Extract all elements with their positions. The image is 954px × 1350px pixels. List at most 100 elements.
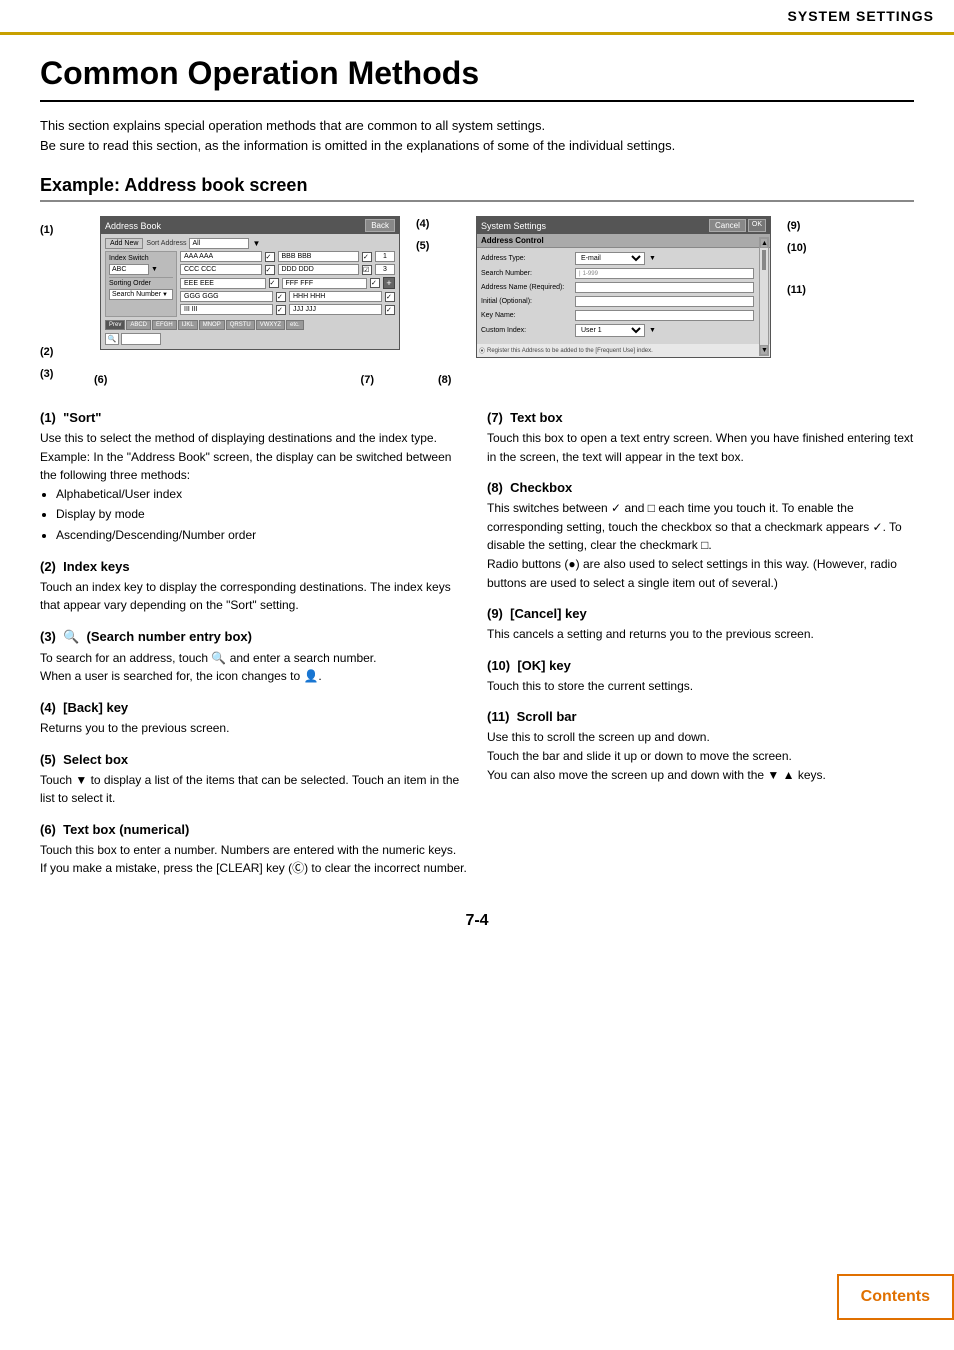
mock-screen-right: System Settings Cancel OK Address Contro… bbox=[476, 216, 771, 358]
subtitle-line1: This section explains special operation … bbox=[40, 116, 914, 136]
page-title: Common Operation Methods bbox=[40, 55, 914, 102]
desc-item-11: (11) Scroll bar Use this to scroll the s… bbox=[487, 709, 914, 784]
desc-item-6: (6) Text box (numerical) Touch this box … bbox=[40, 822, 467, 878]
mock-cb-3b[interactable]: ✓ bbox=[370, 278, 380, 288]
mock-index-ijkl[interactable]: IJKL bbox=[178, 320, 198, 330]
mock-scroll-down[interactable]: ▼ bbox=[760, 345, 768, 355]
desc-heading-9: (9) [Cancel] key bbox=[487, 606, 914, 621]
mock-title-left: Address Book bbox=[105, 221, 161, 231]
mock-field-label-5: Custom Index: bbox=[481, 327, 571, 334]
mock-scrollbar[interactable]: ▲ ▼ bbox=[759, 237, 769, 356]
mock-index-etc[interactable]: etc. bbox=[286, 320, 304, 330]
mock-sort-controls: Index Switch ABC ▼ Sorting Order Search … bbox=[105, 251, 177, 317]
bottom-callout-area: (6) (7) (8) bbox=[40, 374, 914, 386]
callout-6: (6) bbox=[94, 374, 107, 386]
mock-title-right: System Settings bbox=[481, 221, 546, 231]
example-area: (1) (2) (3) Address Book Back Add N bbox=[40, 216, 914, 358]
mock-right-btns: Cancel OK bbox=[709, 219, 766, 232]
mock-cb-5b[interactable]: ✓ bbox=[385, 305, 395, 315]
mock-dropdown-arrow: ▼ bbox=[252, 239, 260, 248]
mock-cancel-btn[interactable]: Cancel bbox=[709, 219, 746, 232]
mock-index-abcd[interactable]: ABCD bbox=[126, 320, 151, 330]
mock-sort-dropdown[interactable]: Search Number ▼ bbox=[109, 289, 173, 300]
mock-cell-3b: FFF FFF bbox=[282, 278, 368, 289]
mock-all-dropdown[interactable]: All bbox=[189, 238, 249, 249]
callout-1: (1) bbox=[40, 224, 53, 236]
desc-item-10: (10) [OK] key Touch this to store the cu… bbox=[487, 658, 914, 696]
mock-scroll-thumb[interactable] bbox=[762, 250, 766, 270]
desc-text-1: Use this to select the method of display… bbox=[40, 429, 467, 545]
mock-cb-2b[interactable]: ☑ bbox=[362, 265, 372, 275]
mock-cb-2a[interactable]: ✓ bbox=[265, 265, 275, 275]
callout-9: (9) bbox=[787, 220, 831, 232]
mock-field-label-1: Search Number: bbox=[481, 270, 571, 277]
mock-cb-4a[interactable]: ✓ bbox=[276, 292, 286, 302]
mock-index-keys: Prev ABCD EFGH IJKL MNOP QRSTU VWXYZ etc… bbox=[105, 320, 395, 330]
callout-5: (5) bbox=[416, 240, 460, 252]
desc-text-4: Returns you to the previous screen. bbox=[40, 719, 467, 738]
desc-item-2: (2) Index keys Touch an index key to dis… bbox=[40, 559, 467, 615]
mock-data-row-5: III III ✓ JJJ JJJ ✓ bbox=[180, 304, 395, 315]
mock-index-efgh[interactable]: EFGH bbox=[152, 320, 177, 330]
desc-text-7: Touch this box to open a text entry scre… bbox=[487, 429, 914, 466]
mock-field-input-5[interactable]: User 1 bbox=[575, 324, 645, 337]
mock-field-label-2: Address Name (Required): bbox=[481, 284, 571, 291]
mock-form-row-4: Key Name: bbox=[481, 310, 754, 321]
mock-field-input-2[interactable] bbox=[575, 282, 754, 293]
section-title: Example: Address book screen bbox=[40, 175, 914, 202]
mock-index-vwxyz[interactable]: VWXYZ bbox=[256, 320, 285, 330]
mock-field-input-4[interactable] bbox=[575, 310, 754, 321]
desc-heading-11: (11) Scroll bar bbox=[487, 709, 914, 724]
example-wrapper: (1) (2) (3) Address Book Back Add N bbox=[40, 216, 914, 386]
mock-field-arrow-5: ▼ bbox=[649, 327, 656, 334]
mock-cb-5a[interactable]: ✓ bbox=[276, 305, 286, 315]
callout-7: (7) bbox=[361, 374, 374, 386]
desc-heading-5: (5) Select box bbox=[40, 752, 467, 767]
callout-8: (8) bbox=[438, 374, 451, 386]
mock-cb-3a[interactable]: ✓ bbox=[269, 278, 279, 288]
mock-cb-1a[interactable]: ✓ bbox=[265, 252, 275, 262]
mock-search-icon[interactable]: 🔍 bbox=[105, 333, 119, 345]
desc-item-1: (1) "Sort" Use this to select the method… bbox=[40, 410, 467, 545]
mock-cb-1b[interactable]: ✓ bbox=[362, 252, 372, 262]
desc-text-8: This switches between ✓ and □ each time … bbox=[487, 499, 914, 592]
mock-cell-1a: AAA AAA bbox=[180, 251, 262, 262]
mock-ok-btn[interactable]: OK bbox=[748, 219, 766, 232]
mock-num-1: 1 bbox=[375, 251, 395, 262]
mock-titlebar-right: System Settings Cancel OK bbox=[477, 217, 770, 234]
desc-heading-4: (4) [Back] key bbox=[40, 700, 467, 715]
mock-field-input-1[interactable]: |1-999 bbox=[575, 268, 754, 279]
mock-field-input-0[interactable]: E-mail bbox=[575, 252, 645, 265]
right-callout-numbers: (9) (10) (11) bbox=[787, 216, 831, 296]
mock-search-input[interactable] bbox=[121, 333, 161, 345]
mock-scroll-up[interactable]: ▲ bbox=[760, 238, 768, 248]
mock-index-mnop[interactable]: MNOP bbox=[199, 320, 225, 330]
mock-data-rows: AAA AAA ✓ BBB BBB ✓ 1 CCC CCC ✓ DDD DDD … bbox=[180, 251, 395, 317]
mock-form-row-1: Search Number: |1-999 bbox=[481, 268, 754, 279]
desc-item-5: (5) Select box Touch ▼ to display a list… bbox=[40, 752, 467, 808]
desc-item-9: (9) [Cancel] key This cancels a setting … bbox=[487, 606, 914, 644]
contents-button[interactable]: Contents bbox=[837, 1274, 954, 1320]
mock-field-arrow-0: ▼ bbox=[649, 255, 656, 262]
mock-index-prev[interactable]: Prev bbox=[105, 320, 125, 330]
mock-index-switch-select[interactable]: ABC bbox=[109, 264, 149, 275]
mock-data-row-3: EEE EEE ✓ FFF FFF ✓ + bbox=[180, 277, 395, 289]
mock-index-qrstu[interactable]: QRSTU bbox=[226, 320, 255, 330]
mock-cell-5b: JJJ JJJ bbox=[289, 304, 382, 315]
mock-add-new-btn[interactable]: Add New bbox=[105, 238, 143, 249]
mock-footer: ⦿ Register this Address to be added to t… bbox=[477, 344, 770, 357]
descriptions-area: (1) "Sort" Use this to select the method… bbox=[40, 410, 914, 892]
mock-cb-4b[interactable]: ✓ bbox=[385, 292, 395, 302]
header-title: SYSTEM SETTINGS bbox=[788, 8, 934, 24]
mock-back-btn[interactable]: Back bbox=[365, 219, 395, 232]
desc-item-3: (3) 🔍 (Search number entry box) To searc… bbox=[40, 629, 467, 686]
mock-plus-btn[interactable]: + bbox=[383, 277, 395, 289]
mock-sort-label: Sort Address bbox=[146, 240, 186, 247]
mock-cell-2b: DDD DDD bbox=[278, 264, 360, 275]
mock-field-input-3[interactable] bbox=[575, 296, 754, 307]
mock-add-row: Add New Sort Address All ▼ bbox=[105, 238, 395, 249]
mock-data-row-4: GGG GGG ✓ HHH HHH ✓ bbox=[180, 291, 395, 302]
header-bar: SYSTEM SETTINGS bbox=[0, 0, 954, 35]
mock-scroll-track[interactable] bbox=[760, 248, 768, 345]
mock-index-switch-label: Index Switch bbox=[109, 255, 173, 262]
